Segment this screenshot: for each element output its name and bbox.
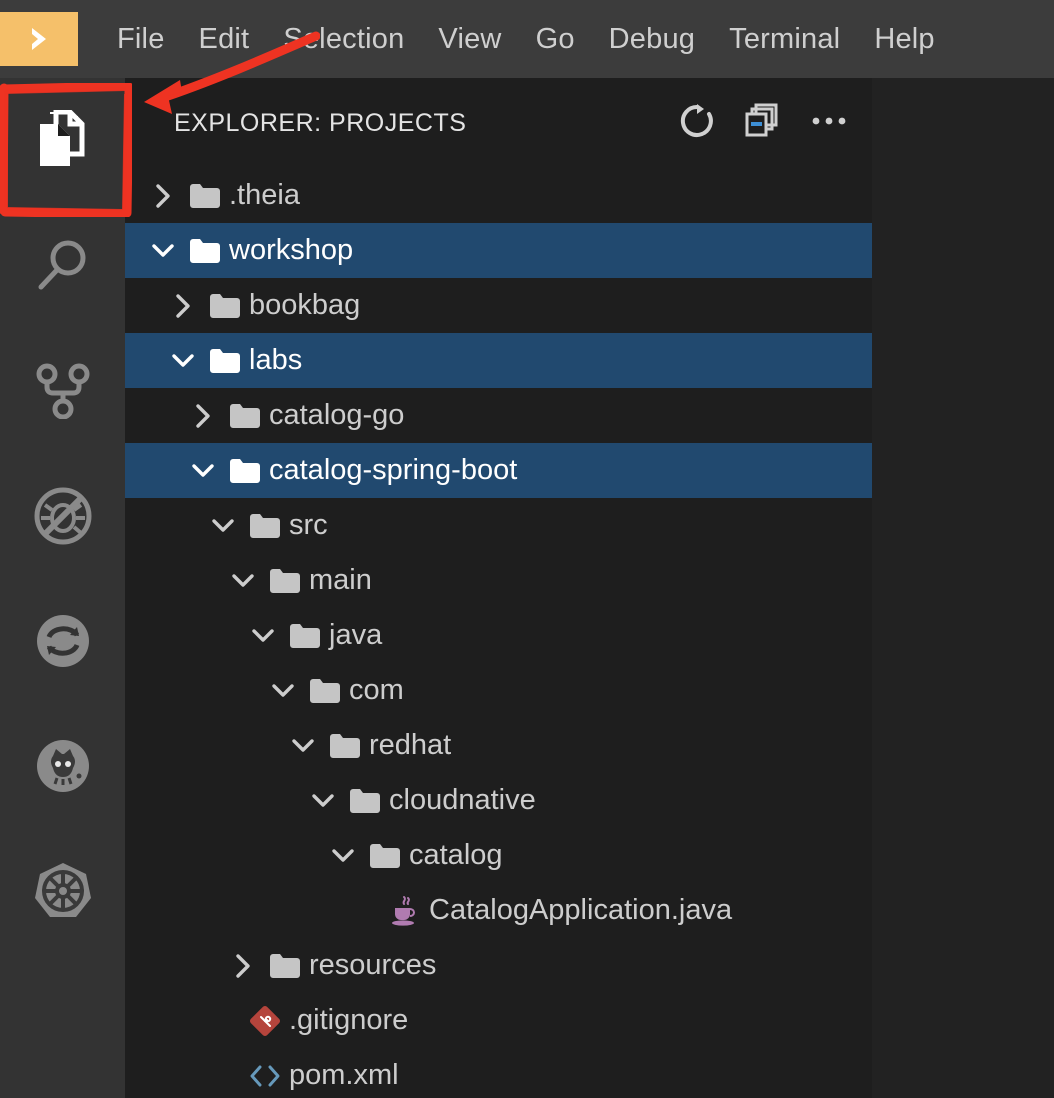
folder-icon (183, 238, 227, 264)
activity-item-explorer[interactable] (0, 78, 125, 203)
folder-icon (203, 293, 247, 319)
menu-item-edit[interactable]: Edit (182, 0, 267, 78)
tree-item-label: bookbag (249, 289, 361, 321)
menu-item-debug[interactable]: Debug (592, 0, 712, 78)
explorer-toolbar (678, 102, 848, 145)
debug-disabled-icon (33, 486, 93, 546)
tree-item-label: src (289, 509, 328, 541)
chevron-down-icon[interactable] (283, 735, 323, 757)
tree-row[interactable]: src (125, 498, 872, 553)
chevron-down-icon[interactable] (203, 515, 243, 537)
menu-item-view[interactable]: View (421, 0, 518, 78)
chevron-right-icon[interactable] (223, 953, 263, 979)
folder-icon (223, 403, 267, 429)
menu-item-selection[interactable]: Selection (266, 0, 421, 78)
tree-row[interactable]: resources (125, 938, 872, 993)
activity-bar (0, 78, 125, 1098)
chevron-right-icon[interactable] (163, 293, 203, 319)
tree-item-label: cloudnative (389, 784, 536, 816)
chevron-down-icon[interactable] (323, 845, 363, 867)
git-branch-icon (35, 363, 91, 419)
search-icon (34, 237, 92, 295)
tree-item-label: redhat (369, 729, 452, 761)
theia-logo[interactable] (0, 12, 78, 66)
tree-row[interactable]: workshop (125, 223, 872, 278)
tree-row[interactable]: .gitignore (125, 993, 872, 1048)
explorer-header: EXPLORER: PROJECTS (125, 78, 872, 168)
chevron-down-icon[interactable] (263, 680, 303, 702)
folder-icon (223, 458, 267, 484)
activity-item-search[interactable] (0, 203, 125, 328)
files-icon (34, 109, 92, 172)
tree-item-label: pom.xml (289, 1059, 399, 1091)
tree-item-label: catalog-spring-boot (269, 454, 518, 486)
chevron-down-icon[interactable] (243, 625, 283, 647)
tree-row[interactable]: redhat (125, 718, 872, 773)
explorer-title: EXPLORER: PROJECTS (174, 108, 467, 137)
tree-item-label: java (329, 619, 383, 651)
activity-item-sync[interactable] (0, 578, 125, 703)
activity-item-kubernetes[interactable] (0, 828, 125, 953)
activity-item-github[interactable] (0, 703, 125, 828)
tree-row[interactable]: com (125, 663, 872, 718)
xml-icon (243, 1063, 287, 1089)
chevron-down-icon[interactable] (163, 350, 203, 372)
ellipsis-icon[interactable] (810, 114, 848, 133)
sync-circle-icon (33, 611, 93, 671)
tree-item-label: main (309, 564, 372, 596)
tree-row[interactable]: .theia (125, 168, 872, 223)
explorer-sidebar: EXPLORER: PROJECTS .theia workshop bookb… (125, 78, 872, 1098)
tree-row[interactable]: CatalogApplication.java (125, 883, 872, 938)
collapse-all-icon[interactable] (744, 102, 782, 145)
folder-icon (283, 623, 327, 649)
chevron-down-icon[interactable] (183, 460, 223, 482)
folder-icon (323, 733, 367, 759)
chevron-down-icon[interactable] (143, 240, 183, 262)
folder-icon (263, 568, 307, 594)
tree-item-label: resources (309, 949, 437, 981)
octocat-icon (33, 736, 93, 796)
tree-item-label: catalog-go (269, 399, 405, 431)
menu-item-go[interactable]: Go (519, 0, 592, 78)
tree-row[interactable]: labs (125, 333, 872, 388)
chevron-right-icon[interactable] (143, 183, 183, 209)
kubernetes-helm-icon (32, 860, 94, 922)
folder-icon (183, 183, 227, 209)
tree-row[interactable]: java (125, 608, 872, 663)
chevron-right-icon[interactable] (183, 403, 223, 429)
folder-icon (243, 513, 287, 539)
theia-ide-window: File Edit Selection View Go Debug Termin… (0, 0, 1054, 1098)
java-icon (383, 895, 427, 927)
git-icon (243, 1005, 287, 1037)
folder-icon (203, 348, 247, 374)
tree-item-label: com (349, 674, 404, 706)
tree-item-label: labs (249, 344, 303, 376)
tree-item-label: .gitignore (289, 1004, 409, 1036)
refresh-icon[interactable] (678, 102, 716, 145)
menu-item-help[interactable]: Help (857, 0, 951, 78)
menu-bar: File Edit Selection View Go Debug Termin… (0, 0, 1054, 78)
folder-icon (303, 678, 347, 704)
tree-row[interactable]: bookbag (125, 278, 872, 333)
folder-icon (363, 843, 407, 869)
tree-row[interactable]: pom.xml (125, 1048, 872, 1098)
activity-item-source-control[interactable] (0, 328, 125, 453)
folder-icon (343, 788, 387, 814)
menu-item-terminal[interactable]: Terminal (712, 0, 857, 78)
menu-item-file[interactable]: File (100, 0, 182, 78)
tree-row[interactable]: catalog-go (125, 388, 872, 443)
tree-item-label: CatalogApplication.java (429, 894, 733, 926)
tree-row[interactable]: catalog-spring-boot (125, 443, 872, 498)
chevron-down-icon[interactable] (303, 790, 343, 812)
tree-row[interactable]: catalog (125, 828, 872, 883)
activity-item-debug[interactable] (0, 453, 125, 578)
file-tree: .theia workshop bookbag labs catalog-go … (125, 168, 872, 1098)
tree-row[interactable]: cloudnative (125, 773, 872, 828)
tree-item-label: catalog (409, 839, 503, 871)
folder-icon (263, 953, 307, 979)
tree-item-label: workshop (229, 234, 354, 266)
tree-row[interactable]: main (125, 553, 872, 608)
tree-item-label: .theia (229, 179, 300, 211)
chevron-down-icon[interactable] (223, 570, 263, 592)
